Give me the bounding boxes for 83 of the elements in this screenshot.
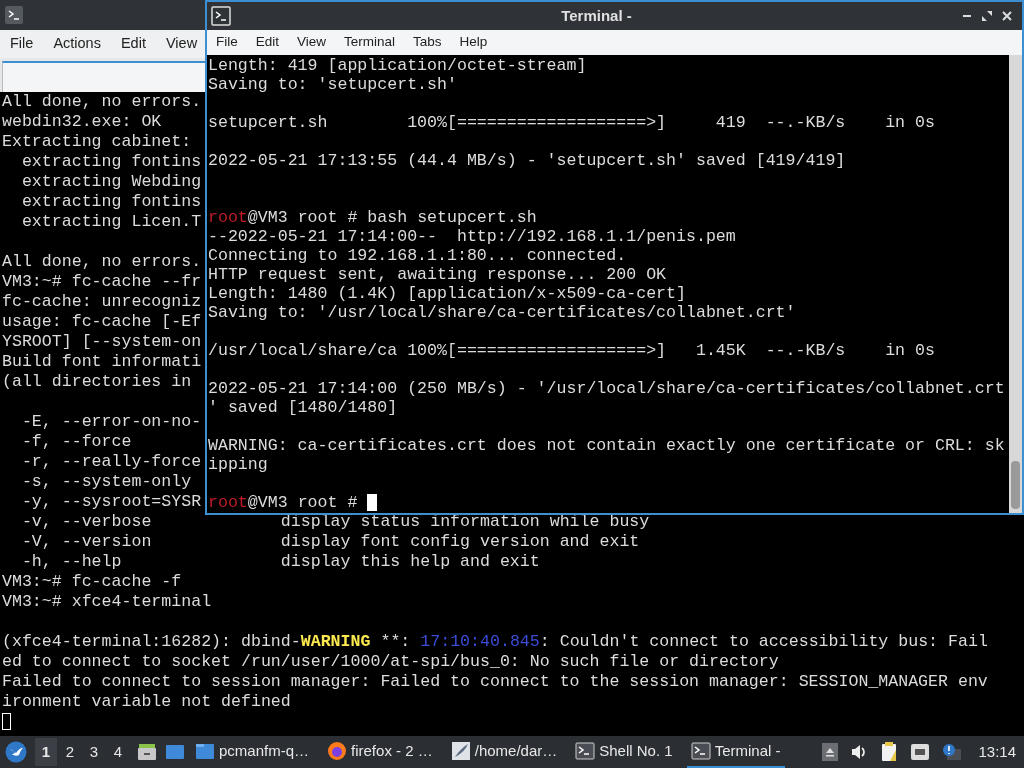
start-menu-icon[interactable] (5, 741, 27, 763)
terminal-line: Extracting cabinet: (2, 132, 192, 151)
menu-item[interactable]: Edit (255, 32, 280, 53)
quill-icon (450, 741, 471, 761)
terminal-line: extracting fontins (20, 152, 202, 171)
terminal-line: Saving to: 'setupcert.sh' (208, 75, 457, 94)
terminal-line: -V, --version display font config version and exit (20, 532, 640, 551)
menu-item[interactable]: View (165, 33, 198, 55)
file-cabinet-icon[interactable] (137, 742, 157, 762)
terminal-line: Build font informati (2, 352, 202, 371)
terminal-line: -r, --really-force (20, 452, 202, 471)
taskbar-task[interactable]: /home/dar… (446, 736, 562, 768)
close-icon[interactable] (1002, 11, 1012, 21)
terminal-line: webdin32.exe: OK (2, 112, 162, 131)
menu-item[interactable]: File (10, 33, 34, 55)
taskbar-task[interactable]: pcmanfm-q… (191, 736, 314, 768)
terminal-line: usage: fc-cache [-Ef (2, 312, 202, 331)
terminal-line: /usr/local/share/ca 100%[===================>] 1.45K --.-KB/s in 0s (208, 341, 935, 360)
scrollbar-thumb[interactable] (1011, 461, 1020, 509)
workspace-button[interactable]: 1 (35, 738, 57, 766)
window-title: Terminal - (561, 5, 632, 26)
terminal-line: -h, --help display this help and exit (20, 552, 540, 571)
terminal-line: ipping (208, 455, 268, 474)
notification-icon[interactable] (942, 743, 963, 761)
terminal-line: Connecting to 192.168.1.1:80... connected. (208, 246, 627, 265)
terminal-line: All done, no errors. (2, 252, 202, 271)
terminal-line: VM3:~# fc-cache --fr (2, 272, 202, 291)
terminal-line: -v, --verbose display status information while busy (20, 512, 650, 531)
menu-item[interactable]: Edit (120, 33, 146, 55)
terminal-icon (690, 741, 711, 761)
terminal-line: Saving to: '/usr/local/share/ca-certificates/collabnet.crt' (208, 303, 796, 322)
window-icon[interactable] (165, 743, 185, 761)
terminal-line: extracting Licen.T (20, 212, 202, 231)
terminal-line: VM3:~# xfce4-terminal (2, 592, 212, 611)
taskbar-task[interactable]: firefox - 2 … (323, 736, 437, 768)
terminal-line: -y, --sysroot=SYSR (20, 492, 202, 511)
terminal-icon (211, 6, 231, 26)
terminal-line: Length: 419 [application/octet-stream] (208, 56, 587, 75)
terminal-line: ' saved [1480/1480] (208, 398, 398, 417)
terminal-line: extracting Webding (20, 172, 202, 191)
workspace-button[interactable]: 4 (107, 738, 129, 766)
terminal-line: All done, no errors. (2, 92, 202, 111)
terminal-line: YSROOT] [--system-on (2, 332, 202, 351)
terminal-line: Failed to connect to session manager: Failed to connect to the session manager: SESSION_MANAGER env (2, 672, 988, 691)
scrollbar[interactable] (1009, 55, 1022, 513)
terminal-line: -s, --system-only (20, 472, 192, 491)
terminal-line: (all directories in (2, 372, 192, 391)
workspace-button[interactable]: 2 (59, 738, 81, 766)
terminal-line: 2022-05-21 17:13:55 (44.4 MB/s) - 'setupcert.sh' saved [419/419] (208, 151, 846, 170)
terminal-line: HTTP request sent, awaiting response... 200 OK (208, 265, 667, 284)
terminal-line: setupcert.sh 100%[===================>] 419 --.-KB/s in 0s (208, 113, 935, 132)
terminal-line: -E, --error-on-no- (20, 412, 202, 431)
terminal-line: VM3:~# fc-cache -f (2, 572, 182, 591)
terminal-line: ironment variable not defined (2, 692, 291, 711)
terminal-line: root@VM3 root # bash setupcert.sh (208, 208, 537, 227)
terminal-line: fc-cache: unrecogniz (2, 292, 202, 311)
terminal-line: 2022-05-21 17:14:00 (250 MB/s) - '/usr/local/share/ca-certificates/collabnet.crt (208, 379, 1005, 398)
terminal-icon (4, 5, 24, 25)
browser-icon (327, 741, 348, 761)
taskbar-task[interactable]: Shell No. 1 (571, 736, 677, 768)
menu-item[interactable]: Terminal (344, 32, 396, 53)
menu-item[interactable]: Help (459, 32, 488, 53)
taskbar-task[interactable]: Terminal - (686, 736, 785, 768)
folder-icon (195, 741, 215, 761)
terminal-icon (575, 741, 596, 761)
menu-item[interactable]: Tabs (413, 32, 442, 53)
terminal-line: Length: 1480 (1.4K) [application/x-x509-ca-cert] (208, 284, 686, 303)
clipboard-icon[interactable] (880, 742, 899, 762)
menu-item[interactable]: File (216, 32, 238, 53)
workspace-button[interactable]: 3 (83, 738, 105, 766)
terminal-line: WARNING: ca-certificates.crt does not contain exactly one certificate or CRL: sk (208, 436, 1005, 455)
clock[interactable]: 13:14 (978, 740, 1016, 764)
terminal-line: root@VM3 root # (208, 493, 359, 512)
maximize-icon[interactable] (982, 11, 992, 21)
terminal-line: (xfce4-terminal:16282): dbind-WARNING **: 17:10:40.845: Couldn't connect to accessibility bus: Fail (2, 632, 988, 651)
terminal-line: ed to connect to socket /run/user/1000/at-spi/bus_0: No such file or directory (2, 652, 779, 671)
menu-item[interactable]: Actions (53, 33, 101, 55)
menu-item[interactable]: View (297, 32, 327, 53)
terminal-line: -f, --force (20, 432, 132, 451)
network-icon[interactable] (910, 743, 931, 761)
eject-icon[interactable] (822, 743, 839, 761)
terminal-line: --2022-05-21 17:14:00-- http://192.168.1.1/penis.pem (208, 227, 736, 246)
terminal-line: extracting fontins (20, 192, 202, 211)
